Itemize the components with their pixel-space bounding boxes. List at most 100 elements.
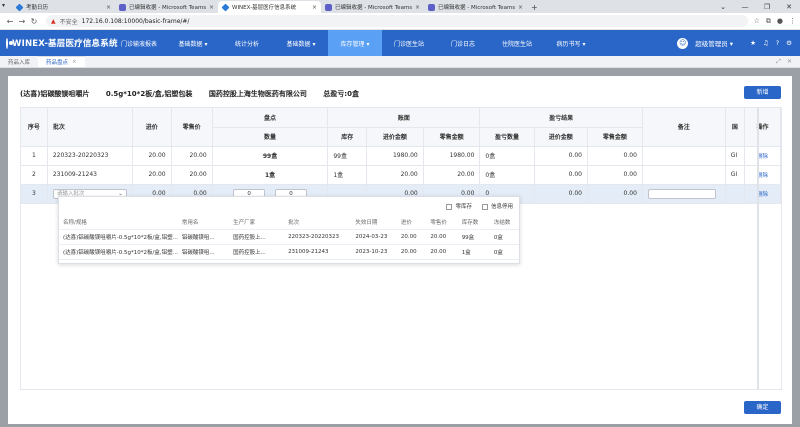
cell-profit-purchase-amount: 0.00	[534, 146, 588, 166]
header-profit-retail-amount: 零售金额	[587, 127, 643, 147]
header-stock: 库存	[327, 127, 368, 147]
browser-tab[interactable]: 考勤日历 ×	[12, 1, 115, 13]
cell-stock: 99盒	[327, 146, 368, 166]
confirm-button[interactable]: 确定	[744, 401, 781, 414]
app-icon	[221, 3, 230, 11]
close-icon[interactable]: ×	[312, 4, 317, 11]
settings-icon[interactable]: ⚙	[786, 39, 792, 47]
profile-icon[interactable]: ●	[777, 17, 783, 26]
header-batch: 批次	[47, 108, 133, 147]
table-row[interactable]: 1 220323-20220323 20.00 20.00 99盒 99盒 19…	[21, 146, 781, 166]
browser-tab[interactable]: 已编辑收据 - Microsoft Teams ×	[424, 1, 527, 13]
close-icon[interactable]: ×	[72, 59, 77, 65]
cell-purchase-amount: 20.00	[366, 165, 424, 185]
cell-retail-price: 20.00	[171, 165, 213, 185]
window-controls: ⌄ — ❐ ✕	[712, 0, 800, 13]
cell-profit-qty: 0盒	[479, 165, 535, 185]
cell-retail-amount: 1980.00	[423, 146, 481, 166]
close-window-icon[interactable]: ✕	[778, 3, 800, 11]
cell-count-qty: 1盒	[212, 165, 329, 185]
header-profit-qty: 盈亏数量	[479, 127, 535, 147]
browser-tab[interactable]: 已编辑收据 - Microsoft Teams ×	[115, 1, 218, 13]
app-header: WINEX-基层医疗信息系统 门诊输液报表 基础数据 ▾ 统计分析 基础数据 ▾…	[0, 30, 800, 56]
header-retail-amount: 零售金额	[423, 127, 481, 147]
avatar[interactable]: ☺	[677, 37, 689, 49]
menu-item[interactable]: 基础数据 ▾	[166, 30, 220, 56]
zero-stock-checkbox[interactable]: 零库存	[446, 202, 472, 210]
user-menu[interactable]: 超级管理员 ▾	[695, 38, 733, 48]
cell-purchase-amount: 1980.00	[366, 146, 424, 166]
add-button[interactable]: 新增	[744, 86, 781, 99]
cell-country: GI	[725, 165, 746, 185]
cell-note	[642, 165, 726, 185]
cell-seq: 1	[21, 146, 48, 166]
cell-count-qty: 99盒	[212, 146, 329, 166]
page-tabs: 药品入库 药品盘点 × ⤢ ✕	[0, 56, 800, 68]
forward-icon[interactable]: →	[16, 17, 28, 26]
dropdown-option[interactable]: (达喜)铝碳酸镁咀嚼片-0.5g*10*2板/盒,铝塑... 铝碳酸镁咀... …	[59, 229, 519, 245]
menu-item[interactable]: 门诊日志	[436, 30, 490, 56]
back-icon[interactable]: ←	[4, 17, 16, 26]
close-icon[interactable]: ×	[518, 4, 523, 11]
tab-stock-in[interactable]: 药品入库	[0, 56, 38, 67]
help-icon[interactable]: ?	[776, 39, 779, 47]
cell-profit-retail-amount: 0.00	[587, 184, 643, 204]
teams-icon	[119, 3, 126, 11]
tab-stocktake[interactable]: 药品盘点 ×	[38, 56, 85, 67]
cell-profit-qty: 0盒	[479, 146, 535, 166]
header-profit-purchase-amount: 进价金额	[534, 127, 588, 147]
more-icon[interactable]: ⋮	[789, 17, 796, 26]
table-row[interactable]: 2 231009-21243 20.00 20.00 1盒 1盒 20.00 2…	[21, 165, 781, 185]
cell-country	[725, 184, 746, 204]
close-icon[interactable]: ×	[209, 4, 214, 11]
warning-icon: ▲	[51, 17, 56, 25]
menu-item[interactable]: 门诊输液报表	[112, 30, 166, 56]
header-retail-price: 零售价	[171, 108, 213, 147]
menu-item[interactable]: 基础数据 ▾	[274, 30, 328, 56]
teams-icon	[428, 3, 435, 11]
cell-stock: 1盒	[327, 165, 368, 185]
star-icon[interactable]: ☆	[754, 17, 760, 26]
url-input[interactable]: ▲ 不安全 172.16.0.108:10000/basic-frame/#/	[46, 15, 748, 27]
header-action: 操作	[744, 108, 781, 147]
header-book-group: 账面	[327, 108, 481, 128]
fixed-column-divider	[757, 108, 759, 389]
menu-item[interactable]: 病历书写 ▾	[544, 30, 598, 56]
close-icon[interactable]: ×	[415, 4, 420, 11]
cell-seq: 3	[21, 184, 48, 204]
cell-purchase-price: 20.00	[132, 165, 172, 185]
bell-icon[interactable]: ♫	[763, 39, 769, 47]
cell-retail-price: 20.00	[171, 146, 213, 166]
extensions-icon[interactable]: ⧉	[766, 17, 771, 26]
logo-icon	[6, 37, 13, 49]
cell-profit-purchase-amount: 0.00	[534, 165, 588, 185]
chevron-down-icon[interactable]: ⌄	[712, 3, 734, 11]
minimize-icon[interactable]: —	[734, 3, 756, 11]
close-icon[interactable]: ×	[106, 4, 111, 11]
note-input[interactable]	[647, 188, 716, 199]
cell-batch: 220323-20220323	[47, 146, 133, 166]
header-purchase-price: 进价	[132, 108, 172, 147]
url-text: 172.16.0.108:10000/basic-frame/#/	[81, 17, 190, 25]
dialog-title: (达喜)铝碳酸镁咀嚼片 0.5g*10*2板/盒,铝塑包装 国药控股上海生物医药…	[20, 90, 359, 98]
new-tab-icon[interactable]: +	[531, 3, 538, 12]
expand-icon[interactable]: ⤢	[776, 58, 781, 66]
header-seq: 序号	[21, 108, 48, 147]
header-note: 备注	[642, 108, 726, 147]
browser-tab[interactable]: 已编辑收据 - Microsoft Teams ×	[321, 1, 424, 13]
menu-item[interactable]: 门诊医生站	[382, 30, 436, 56]
menu-item[interactable]: 住院医生站	[490, 30, 544, 56]
reload-icon[interactable]: ↻	[28, 17, 40, 26]
dropdown-option[interactable]: (达喜)铝碳酸镁咀嚼片-0.5g*10*2板/盒,铝塑... 铝碳酸镁咀... …	[59, 244, 519, 260]
menu-item-active[interactable]: 库存管理 ▾	[328, 30, 382, 56]
star-icon[interactable]: ★	[750, 39, 756, 47]
browser-tab-active[interactable]: WINEX-基层医疗信息系统 ×	[218, 1, 321, 13]
cell-seq: 2	[21, 165, 48, 185]
header-purchase-amount: 进价金额	[366, 127, 424, 147]
disabled-info-checkbox[interactable]: 信息停用	[481, 202, 513, 210]
close-all-icon[interactable]: ✕	[787, 58, 792, 66]
tab-search-icon[interactable]: ▾	[2, 2, 5, 9]
batch-dropdown: 零库存 信息停用 名称/规格 常用名 生产厂家 批次 失效日期 进价 零售价 库…	[58, 196, 520, 264]
restore-icon[interactable]: ❐	[756, 3, 778, 11]
menu-item[interactable]: 统计分析	[220, 30, 274, 56]
